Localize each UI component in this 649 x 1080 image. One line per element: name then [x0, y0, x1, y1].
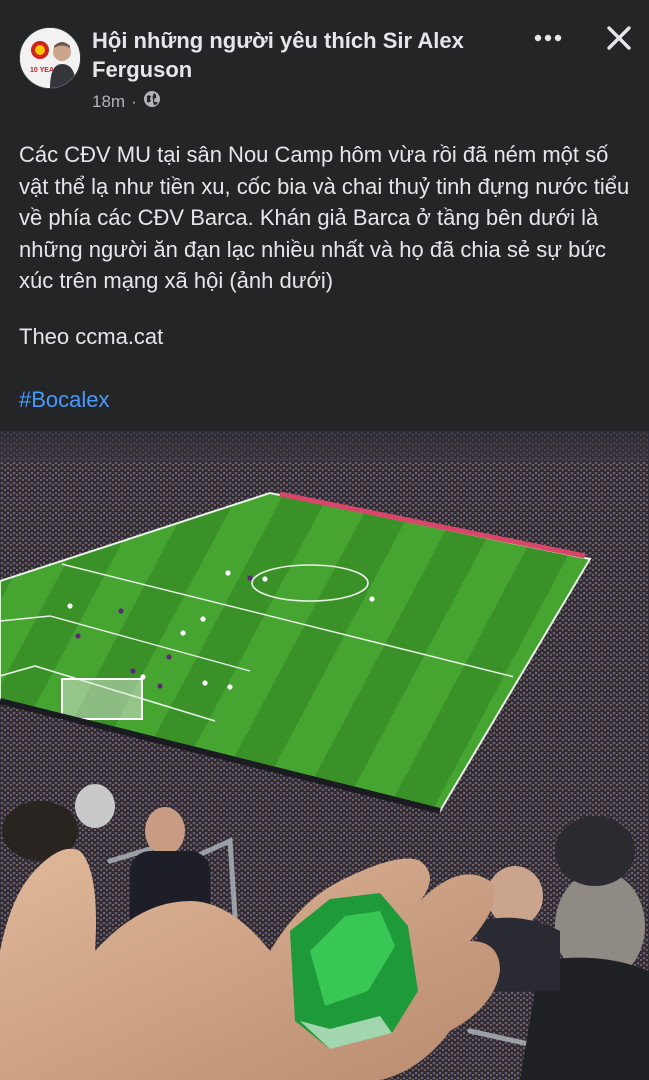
post-time[interactable]: 18m [92, 92, 125, 112]
group-name[interactable]: Hội những người yêu thích Sir Alex Fergu… [92, 26, 512, 84]
post-header: 10 YEARS Hội những người yêu thích Sir A… [0, 0, 649, 120]
post-source-text: Theo ccma.cat [19, 324, 164, 349]
more-horizontal-icon [534, 34, 562, 42]
stadium-photo-illustration [0, 431, 649, 1080]
post-photo[interactable] [0, 431, 649, 1080]
avatar-image: 10 YEARS [20, 28, 80, 88]
group-avatar[interactable]: 10 YEARS [19, 27, 81, 89]
close-icon [607, 26, 631, 50]
more-options-button[interactable] [530, 22, 566, 54]
globe-icon[interactable] [143, 90, 161, 113]
hashtag-link[interactable]: #Bocalex [19, 387, 110, 413]
close-button[interactable] [600, 20, 638, 56]
post-meta: 18m · [92, 90, 161, 113]
post-body-text: Các CĐV MU tại sân Nou Camp hôm vừa rồi … [19, 142, 630, 293]
post-body: Các CĐV MU tại sân Nou Camp hôm vừa rồi … [19, 139, 631, 297]
meta-separator: · [131, 91, 137, 111]
